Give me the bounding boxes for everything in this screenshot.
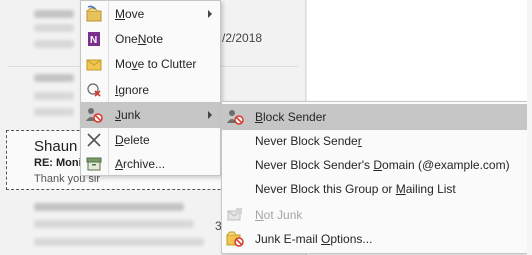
menu-item-archive[interactable]: Archive... (81, 151, 220, 177)
menu-item-junk-email-options[interactable]: Junk E-mail Options... (222, 226, 528, 252)
blurred-text (34, 238, 204, 246)
svg-text:N: N (90, 35, 97, 46)
archive-icon (85, 155, 103, 173)
submenu-arrow-icon (208, 10, 212, 18)
menu-item-label: Never Block Sender (255, 134, 362, 148)
delete-icon (85, 131, 103, 149)
menu-item-label: OneNote (115, 32, 164, 46)
submenu-arrow-icon (208, 111, 212, 119)
block-sender-icon (226, 108, 244, 126)
menu-item-block-sender[interactable]: Block Sender (222, 104, 528, 130)
menu-item-label: Never Block this Group or Mailing List (255, 182, 456, 196)
onenote-icon: N (85, 30, 103, 48)
blurred-text (34, 220, 194, 228)
menu-item-label: Delete (115, 133, 150, 147)
menu-item-label: Block Sender (255, 110, 327, 124)
menu-item-ignore[interactable]: Ignore (81, 77, 220, 103)
menu-item-onenote[interactable]: N OneNote (81, 26, 220, 52)
move-icon (85, 5, 103, 23)
menu-item-never-block-domain[interactable]: Never Block Sender's Domain (@example.co… (222, 152, 528, 178)
blurred-text (34, 92, 74, 100)
blurred-text (34, 10, 74, 18)
blurred-text (34, 40, 74, 48)
menu-item-delete[interactable]: Delete (81, 127, 220, 153)
menu-item-never-block-sender[interactable]: Never Block Sender (222, 128, 528, 154)
menu-item-label: Move to Clutter (115, 57, 197, 71)
menu-item-label: Not Junk (255, 208, 303, 222)
junk-icon (85, 106, 103, 124)
junk-submenu: Block Sender Never Block Sender Never Bl… (221, 101, 529, 254)
menu-item-label: Move (115, 7, 145, 21)
clutter-icon (85, 55, 103, 73)
blurred-text (34, 203, 184, 211)
context-menu: Move N OneNote Move to Clutter Ignore Ju… (80, 0, 221, 176)
menu-item-label: Junk E-mail Options... (255, 232, 373, 246)
menu-item-move-to-clutter[interactable]: Move to Clutter (81, 51, 220, 77)
mail-subject: RE: Moni (34, 157, 82, 169)
blurred-text (34, 24, 74, 32)
junk-options-icon (226, 230, 244, 248)
menu-item-label: Archive... (115, 157, 166, 171)
scrollbar[interactable] (527, 0, 532, 255)
menu-item-not-junk: Not Junk (222, 202, 528, 228)
menu-item-never-block-group[interactable]: Never Block this Group or Mailing List (222, 176, 528, 202)
menu-item-label: Junk (115, 108, 141, 122)
menu-item-label: Ignore (115, 83, 150, 97)
menu-item-junk[interactable]: Junk (81, 102, 220, 128)
blurred-text (34, 74, 74, 82)
menu-item-move[interactable]: Move (81, 1, 220, 27)
ignore-icon (85, 81, 103, 99)
mail-sender: Shaun (34, 138, 78, 155)
not-junk-icon (226, 206, 244, 224)
mail-date: /2/2018 (222, 31, 263, 45)
menu-item-label: Never Block Sender's Domain (@example.co… (255, 158, 510, 172)
blurred-text (34, 108, 74, 116)
